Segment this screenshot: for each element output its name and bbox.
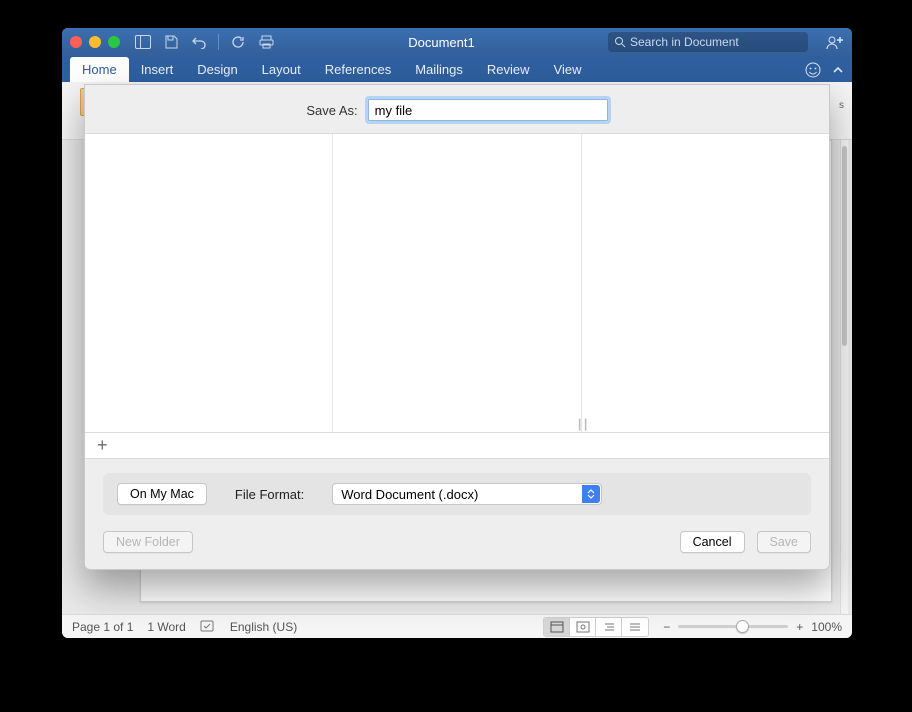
- file-browser-columns[interactable]: ┃┃: [85, 133, 829, 433]
- collapse-ribbon-icon[interactable]: [832, 64, 844, 76]
- column-1[interactable]: [85, 134, 333, 432]
- dialog-actions: New Folder Cancel Save: [85, 515, 829, 569]
- zoom-in-button[interactable]: +: [796, 620, 803, 634]
- search-icon: [614, 36, 626, 48]
- close-window-button[interactable]: [70, 36, 82, 48]
- print-layout-view[interactable]: [544, 618, 570, 636]
- zoom-out-button[interactable]: −: [663, 620, 670, 634]
- select-stepper-icon[interactable]: [582, 485, 600, 503]
- view-mode-buttons: [543, 617, 649, 637]
- status-bar: Page 1 of 1 1 Word English (US) − + 100%: [62, 614, 852, 638]
- add-location-row: +: [85, 433, 829, 459]
- column-3[interactable]: [582, 134, 829, 432]
- filename-input[interactable]: [368, 99, 608, 121]
- tab-review[interactable]: Review: [475, 57, 542, 82]
- zoom-slider-knob[interactable]: [736, 620, 749, 633]
- repeat-icon[interactable]: [229, 33, 247, 51]
- scrollbar-thumb[interactable]: [842, 146, 847, 346]
- draft-view[interactable]: [622, 618, 648, 636]
- file-format-label: File Format:: [235, 487, 304, 502]
- search-input[interactable]: [630, 35, 802, 49]
- undo-icon[interactable]: [190, 33, 208, 51]
- separator: [218, 34, 219, 50]
- new-folder-button[interactable]: New Folder: [103, 531, 193, 553]
- share-icon[interactable]: [826, 34, 844, 50]
- tab-references[interactable]: References: [313, 57, 403, 82]
- outline-view[interactable]: [596, 618, 622, 636]
- tab-layout[interactable]: Layout: [250, 57, 313, 82]
- on-my-mac-button[interactable]: On My Mac: [117, 483, 207, 505]
- save-as-row: Save As:: [85, 85, 829, 133]
- save-dialog: Save As: ┃┃ + On My Mac File Format: Wor…: [84, 84, 830, 570]
- web-layout-view[interactable]: [570, 618, 596, 636]
- add-location-button[interactable]: +: [91, 435, 114, 456]
- file-format-select[interactable]: Word Document (.docx): [332, 483, 602, 505]
- spellcheck-icon[interactable]: [200, 620, 216, 634]
- print-icon[interactable]: [257, 33, 275, 51]
- app-window: Document1 Home Insert Design Layout Refe…: [62, 28, 852, 638]
- vertical-scrollbar[interactable]: [840, 140, 848, 614]
- ribbon-tabs: Home Insert Design Layout References Mai…: [62, 56, 852, 82]
- zoom-slider[interactable]: [678, 625, 788, 628]
- tab-insert[interactable]: Insert: [129, 57, 186, 82]
- minimize-window-button[interactable]: [89, 36, 101, 48]
- quick-access-toolbar: [134, 33, 275, 51]
- zoom-control: − + 100%: [663, 620, 842, 634]
- save-button[interactable]: Save: [757, 531, 812, 553]
- page-indicator[interactable]: Page 1 of 1: [72, 620, 133, 634]
- language-indicator[interactable]: English (US): [230, 620, 297, 634]
- tab-mailings[interactable]: Mailings: [403, 57, 475, 82]
- save-icon[interactable]: [162, 33, 180, 51]
- traffic-lights: [70, 36, 120, 48]
- file-format-value: Word Document (.docx): [341, 487, 478, 502]
- ribbon-right-stub: s: [839, 100, 844, 111]
- sidebar-icon[interactable]: [134, 33, 152, 51]
- document-title: Document1: [283, 35, 600, 50]
- zoom-level[interactable]: 100%: [811, 620, 842, 634]
- format-row: On My Mac File Format: Word Document (.d…: [103, 473, 811, 515]
- tab-home[interactable]: Home: [70, 57, 129, 82]
- emoji-icon[interactable]: [804, 61, 822, 79]
- cancel-button[interactable]: Cancel: [680, 531, 745, 553]
- zoom-window-button[interactable]: [108, 36, 120, 48]
- tab-view[interactable]: View: [542, 57, 594, 82]
- titlebar: Document1: [62, 28, 852, 56]
- column-2[interactable]: ┃┃: [333, 134, 581, 432]
- word-count[interactable]: 1 Word: [147, 620, 185, 634]
- save-as-label: Save As:: [306, 103, 357, 118]
- tab-design[interactable]: Design: [185, 57, 249, 82]
- search-field[interactable]: [608, 32, 808, 52]
